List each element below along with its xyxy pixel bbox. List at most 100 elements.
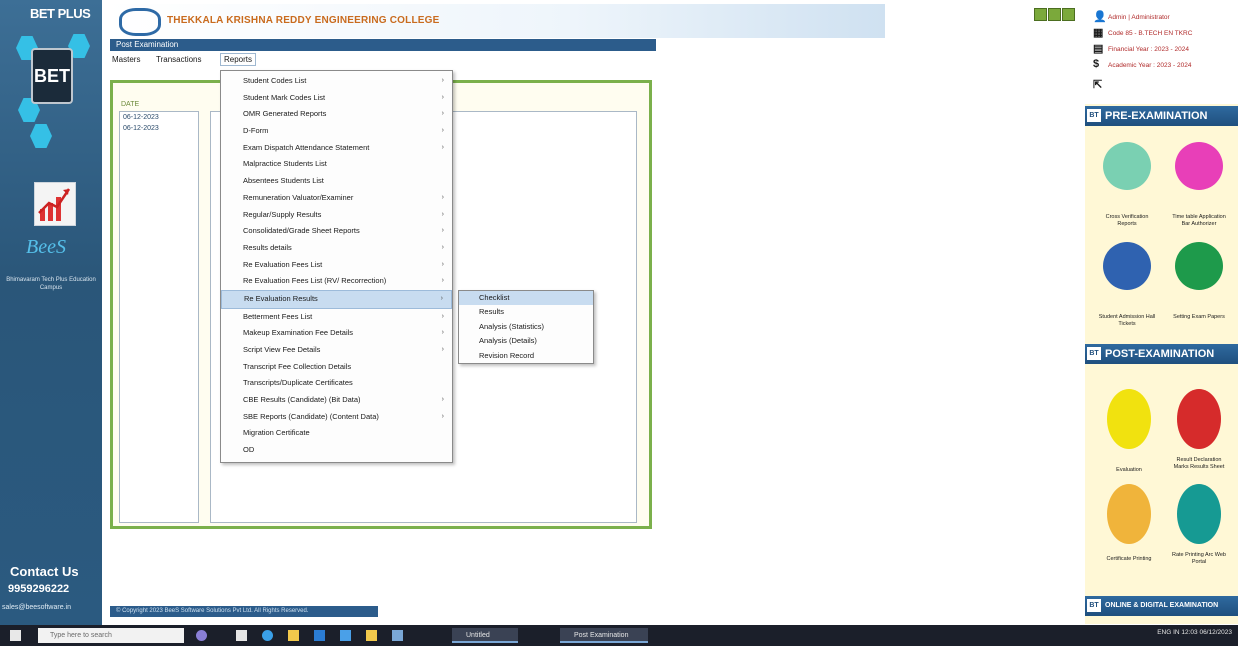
timetable-icon[interactable] xyxy=(1175,142,1223,190)
menu-item-od[interactable]: OD xyxy=(221,442,452,459)
taskbar-app-untitled[interactable]: Untitled xyxy=(452,628,518,643)
date-list[interactable]: 06-12-2023 06-12-2023 xyxy=(119,111,199,523)
submenu-item-results[interactable]: Results xyxy=(459,305,593,319)
menu-item-exam-dispatch-attendance[interactable]: Exam Dispatch Attendance Statement › xyxy=(221,140,452,157)
menu-item-re-evaluation-results[interactable]: Re Evaluation Results › xyxy=(221,289,452,309)
tile-label: Setting Exam Papers xyxy=(1173,314,1225,320)
submenu-arrow-icon: › xyxy=(441,396,444,404)
file-explorer-icon[interactable] xyxy=(288,630,299,641)
user-name: Admin | Administrator xyxy=(1108,14,1170,21)
menu-item-sbe-reports[interactable]: SBE Reports (Candidate) (Content Data) › xyxy=(221,409,452,426)
product-tagline: Bhimavaram Tech Plus Education Campus xyxy=(6,277,96,291)
task-view-icon[interactable] xyxy=(236,630,247,641)
cross-verification-icon[interactable] xyxy=(1103,142,1151,190)
academic-year: Academic Year : 2023 - 2024 xyxy=(1108,62,1192,69)
submenu-arrow-icon: › xyxy=(441,277,444,285)
submenu-item-analysis-details[interactable]: Analysis (Details) xyxy=(459,334,593,348)
re-evaluation-results-submenu: Checklist Results Analysis (Statistics) … xyxy=(458,290,594,364)
submenu-arrow-icon: › xyxy=(441,210,444,218)
window-title: Post Examination xyxy=(110,39,656,51)
menu-item-cbe-results[interactable]: CBE Results (Candidate) (Bit Data) › xyxy=(221,392,452,409)
college-code: Code 85 - B.TECH EN TKRC xyxy=(1108,30,1193,37)
menu-item-omr-generated-reports[interactable]: OMR Generated Reports › xyxy=(221,106,452,123)
bet-small-icon: BT xyxy=(1087,347,1101,360)
certificate-printing-icon[interactable] xyxy=(1107,484,1151,544)
contact-email[interactable]: sales@beesoftware.in xyxy=(2,604,71,611)
cortana-icon[interactable] xyxy=(196,630,207,641)
folder-icon[interactable] xyxy=(366,630,377,641)
calendar-icon: ▤ xyxy=(1093,43,1104,55)
menu-item-regular-supply-results[interactable]: Regular/Supply Results › xyxy=(221,207,452,224)
menu-bar: Masters Transactions Reports xyxy=(110,53,650,67)
list-item[interactable]: 06-12-2023 xyxy=(120,112,198,123)
result-declaration-icon[interactable] xyxy=(1177,389,1221,449)
submenu-arrow-icon: › xyxy=(441,312,444,320)
menu-item-betterment-fees[interactable]: Betterment Fees List › xyxy=(221,309,452,326)
edge-icon[interactable] xyxy=(262,630,273,641)
menu-item-d-form[interactable]: D-Form › xyxy=(221,123,452,140)
submenu-arrow-icon: › xyxy=(441,77,444,84)
tile-label: Evaluation xyxy=(1116,467,1142,473)
reports-dropdown: Student Codes List › Student Mark Codes L… xyxy=(220,70,453,463)
submenu-arrow-icon: › xyxy=(441,193,444,201)
submenu-arrow-icon: › xyxy=(441,227,444,235)
brand-title: BET PLUS xyxy=(30,6,91,21)
close-button[interactable] xyxy=(1062,8,1075,21)
submenu-arrow-icon: › xyxy=(441,110,444,118)
growth-chart-icon xyxy=(34,182,76,226)
store-icon[interactable] xyxy=(340,630,351,641)
contact-phone: 9959296222 xyxy=(8,583,70,595)
submenu-arrow-icon: › xyxy=(440,294,443,302)
restore-button[interactable] xyxy=(1048,8,1061,21)
list-label: DATE xyxy=(121,101,140,108)
menu-item-script-view-fee[interactable]: Script View Fee Details › xyxy=(221,342,452,359)
bet-logo-badge: BET xyxy=(31,48,73,104)
tile-label: Certificate Printing xyxy=(1106,556,1152,562)
system-tray[interactable]: ENG IN 12:03 06/12/2023 xyxy=(1157,629,1232,636)
college-name: THEKKALA KRISHNA REDDY ENGINEERING COLLE… xyxy=(167,15,440,26)
dollar-icon: $ xyxy=(1093,58,1100,70)
submenu-arrow-icon: › xyxy=(441,346,444,353)
college-logo xyxy=(119,8,161,36)
menu-item-remuneration[interactable]: Remuneration Valuator/Examiner › xyxy=(221,190,452,207)
bet-small-icon: BT xyxy=(1087,109,1101,122)
web-portal-icon[interactable] xyxy=(1177,484,1221,544)
submenu-item-analysis-statistics[interactable]: Analysis (Statistics) xyxy=(459,320,593,334)
submenu-item-revision-record[interactable]: Revision Record xyxy=(459,349,593,363)
menu-item-migration-certificate[interactable]: Migration Certificate xyxy=(221,425,452,442)
menu-item-re-evaluation-fees[interactable]: Re Evaluation Fees List › xyxy=(221,257,452,274)
taskbar-app-post-examination[interactable]: Post Examination xyxy=(560,628,648,643)
menu-item-consolidated-grade-sheet[interactable]: Consolidated/Grade Sheet Reports › xyxy=(221,223,452,240)
section-online-examination[interactable]: BT ONLINE & DIGITAL EXAMINATION xyxy=(1085,596,1238,616)
user-info-panel: 👤 Admin | Administrator ▦ Code 85 - B.TE… xyxy=(1088,6,1236,102)
menu-masters[interactable]: Masters xyxy=(112,55,140,64)
submenu-item-checklist[interactable]: Checklist xyxy=(459,291,593,306)
minimize-button[interactable] xyxy=(1034,8,1047,21)
building-icon: ▦ xyxy=(1093,27,1104,39)
exam-papers-icon[interactable] xyxy=(1175,242,1223,290)
section-post-examination[interactable]: BT POST-EXAMINATION xyxy=(1085,344,1238,364)
taskbar: Type here to search Untitled Post Examin… xyxy=(0,625,1238,646)
menu-item-student-mark-codes-list[interactable]: Student Mark Codes List › xyxy=(221,90,452,107)
menu-item-transcripts-duplicate[interactable]: Transcripts/Duplicate Certificates xyxy=(221,375,452,392)
windows-start-icon[interactable] xyxy=(10,630,21,641)
module-panel: BT PRE-EXAMINATION Cross Verification Rep… xyxy=(1085,104,1238,624)
app-icon[interactable] xyxy=(392,630,403,641)
menu-item-re-evaluation-fees-rv[interactable]: Re Evaluation Fees List (RV/ Recorrectio… xyxy=(221,273,452,290)
menu-item-makeup-exam-fee[interactable]: Makeup Examination Fee Details › xyxy=(221,325,452,342)
hall-ticket-icon[interactable] xyxy=(1103,242,1151,290)
menu-item-student-codes-list[interactable]: Student Codes List › xyxy=(221,73,452,90)
word-icon[interactable] xyxy=(314,630,325,641)
submenu-arrow-icon: › xyxy=(441,243,444,251)
logout-icon[interactable]: ⇱ xyxy=(1093,78,1102,91)
menu-reports[interactable]: Reports xyxy=(220,53,257,66)
list-item[interactable]: 06-12-2023 xyxy=(120,123,198,134)
menu-item-transcript-fee[interactable]: Transcript Fee Collection Details xyxy=(221,359,452,376)
menu-transactions[interactable]: Transactions xyxy=(156,55,202,64)
menu-item-malpractice-students[interactable]: Malpractice Students List xyxy=(221,156,452,173)
menu-item-absentees-students[interactable]: Absentees Students List xyxy=(221,173,452,190)
evaluation-icon[interactable] xyxy=(1107,389,1151,449)
section-pre-examination[interactable]: BT PRE-EXAMINATION xyxy=(1085,106,1238,126)
menu-item-results-details[interactable]: Results details › xyxy=(221,240,452,257)
taskbar-search-input[interactable]: Type here to search xyxy=(38,628,184,643)
